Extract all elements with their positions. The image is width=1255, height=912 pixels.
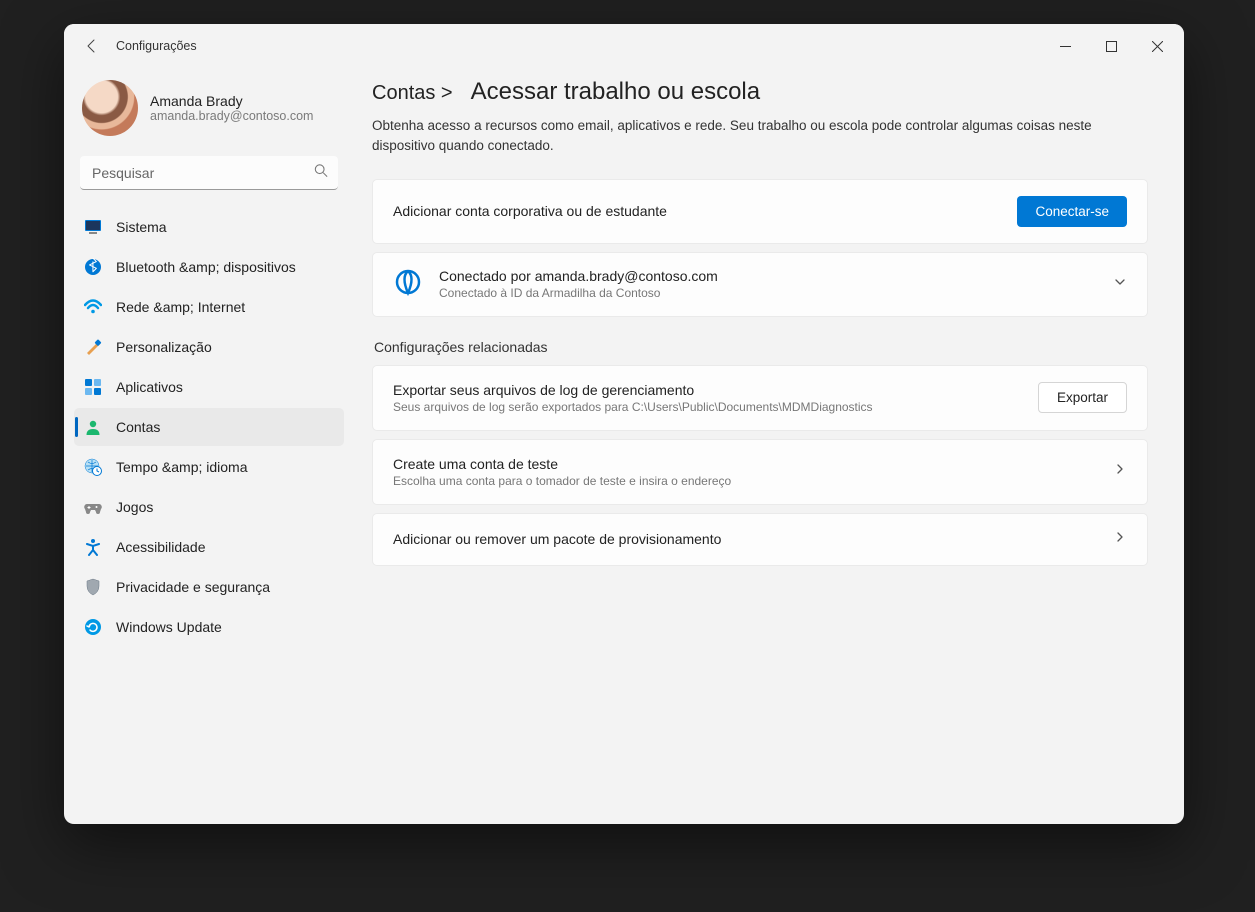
add-account-text: Adicionar conta corporativa ou de estuda…	[393, 203, 1001, 219]
window-controls	[1042, 26, 1180, 66]
close-button[interactable]	[1134, 26, 1180, 66]
globe-clock-icon	[84, 458, 102, 476]
breadcrumb-prev[interactable]: Contas >	[372, 82, 453, 105]
sidebar-item-label: Sistema	[116, 219, 167, 235]
search-input[interactable]	[80, 156, 338, 190]
sidebar-item-label: Windows Update	[116, 619, 222, 635]
avatar	[82, 80, 138, 136]
sidebar-item-label: Rede &amp; Internet	[116, 299, 245, 315]
sidebar-item-label: Aplicativos	[116, 379, 183, 395]
profile-name: Amanda Brady	[150, 93, 313, 109]
bluetooth-icon	[84, 258, 102, 276]
sidebar-item-personalization[interactable]: Personalização	[74, 328, 344, 366]
test-account-title: Create uma conta de teste	[393, 456, 1097, 472]
shield-icon	[84, 578, 102, 596]
sidebar-item-label: Bluetooth &amp; dispositivos	[116, 259, 296, 275]
profile-text: Amanda Brady amanda.brady@contoso.com	[150, 93, 313, 123]
page-title: Acessar trabalho ou escola	[471, 78, 761, 106]
profile-email: amanda.brady@contoso.com	[150, 109, 313, 123]
connected-text: Conectado por amanda.brady@contoso.com C…	[439, 268, 1097, 300]
chevron-right-icon	[1113, 530, 1127, 549]
test-account-text: Create uma conta de teste Escolha uma co…	[393, 456, 1097, 488]
sidebar-item-privacy[interactable]: Privacidade e segurança	[74, 568, 344, 606]
body: Amanda Brady amanda.brady@contoso.com Si…	[64, 68, 1184, 824]
search-icon	[314, 164, 328, 183]
export-logs-sub: Seus arquivos de log serão exportados pa…	[393, 400, 1022, 414]
system-icon	[84, 218, 102, 236]
connect-button[interactable]: Conectar-se	[1017, 196, 1127, 227]
main-content: Contas > Acessar trabalho ou escola Obte…	[354, 68, 1184, 824]
chevron-down-icon	[1113, 275, 1127, 294]
export-button[interactable]: Exportar	[1038, 382, 1127, 413]
sidebar-item-label: Privacidade e segurança	[116, 579, 270, 595]
sidebar-item-label: Tempo &amp; idioma	[116, 459, 248, 475]
related-settings-heading: Configurações relacionadas	[374, 339, 1148, 355]
export-logs-text: Exportar seus arquivos de log de gerenci…	[393, 382, 1022, 414]
settings-window: Configurações Amanda Brady amanda.brady@…	[64, 24, 1184, 824]
paintbrush-icon	[84, 338, 102, 356]
sidebar-item-system[interactable]: Sistema	[74, 208, 344, 246]
titlebar: Configurações	[64, 24, 1184, 68]
breadcrumb: Contas > Acessar trabalho ou escola	[372, 78, 1148, 106]
chevron-right-icon	[1113, 462, 1127, 481]
connected-account-card[interactable]: Conectado por amanda.brady@contoso.com C…	[372, 252, 1148, 317]
sidebar-item-accessibility[interactable]: Acessibilidade	[74, 528, 344, 566]
person-icon	[84, 418, 102, 436]
minimize-button[interactable]	[1042, 26, 1088, 66]
sidebar-item-accounts[interactable]: Contas	[74, 408, 344, 446]
accessibility-icon	[84, 538, 102, 556]
close-icon	[1152, 41, 1163, 52]
maximize-icon	[1106, 41, 1117, 52]
sidebar-item-label: Jogos	[116, 499, 153, 515]
connected-title: Conectado por amanda.brady@contoso.com	[439, 268, 1097, 284]
sidebar-item-label: Personalização	[116, 339, 212, 355]
sidebar-item-bluetooth[interactable]: Bluetooth &amp; dispositivos	[74, 248, 344, 286]
page-description: Obtenha acesso a recursos como email, ap…	[372, 116, 1148, 157]
sidebar-item-label: Acessibilidade	[116, 539, 206, 555]
connected-sub: Conectado à ID da Armadilha da Contoso	[439, 286, 1097, 300]
sidebar: Amanda Brady amanda.brady@contoso.com Si…	[64, 68, 354, 824]
sidebar-item-network[interactable]: Rede &amp; Internet	[74, 288, 344, 326]
wifi-icon	[84, 298, 102, 316]
add-account-title: Adicionar conta corporativa ou de estuda…	[393, 203, 1001, 219]
apps-icon	[84, 378, 102, 396]
company-icon	[393, 267, 423, 302]
create-test-account-card[interactable]: Create uma conta de teste Escolha uma co…	[372, 439, 1148, 505]
export-logs-title: Exportar seus arquivos de log de gerenci…	[393, 382, 1022, 398]
provisioning-text: Adicionar ou remover um pacote de provis…	[393, 531, 1097, 547]
sidebar-item-apps[interactable]: Aplicativos	[74, 368, 344, 406]
gamepad-icon	[84, 498, 102, 516]
back-button[interactable]	[72, 26, 112, 66]
search-wrap	[80, 156, 338, 190]
maximize-button[interactable]	[1088, 26, 1134, 66]
window-title: Configurações	[116, 39, 197, 53]
provisioning-title: Adicionar ou remover um pacote de provis…	[393, 531, 1097, 547]
sidebar-item-gaming[interactable]: Jogos	[74, 488, 344, 526]
sidebar-item-time-language[interactable]: Tempo &amp; idioma	[74, 448, 344, 486]
arrow-left-icon	[84, 38, 100, 54]
export-logs-card: Exportar seus arquivos de log de gerenci…	[372, 365, 1148, 431]
minimize-icon	[1060, 41, 1071, 52]
add-account-card: Adicionar conta corporativa ou de estuda…	[372, 179, 1148, 244]
sidebar-item-label: Contas	[116, 419, 160, 435]
provisioning-package-card[interactable]: Adicionar ou remover um pacote de provis…	[372, 513, 1148, 566]
sidebar-item-windows-update[interactable]: Windows Update	[74, 608, 344, 646]
update-icon	[84, 618, 102, 636]
test-account-sub: Escolha uma conta para o tomador de test…	[393, 474, 1097, 488]
profile-block[interactable]: Amanda Brady amanda.brady@contoso.com	[74, 74, 344, 154]
